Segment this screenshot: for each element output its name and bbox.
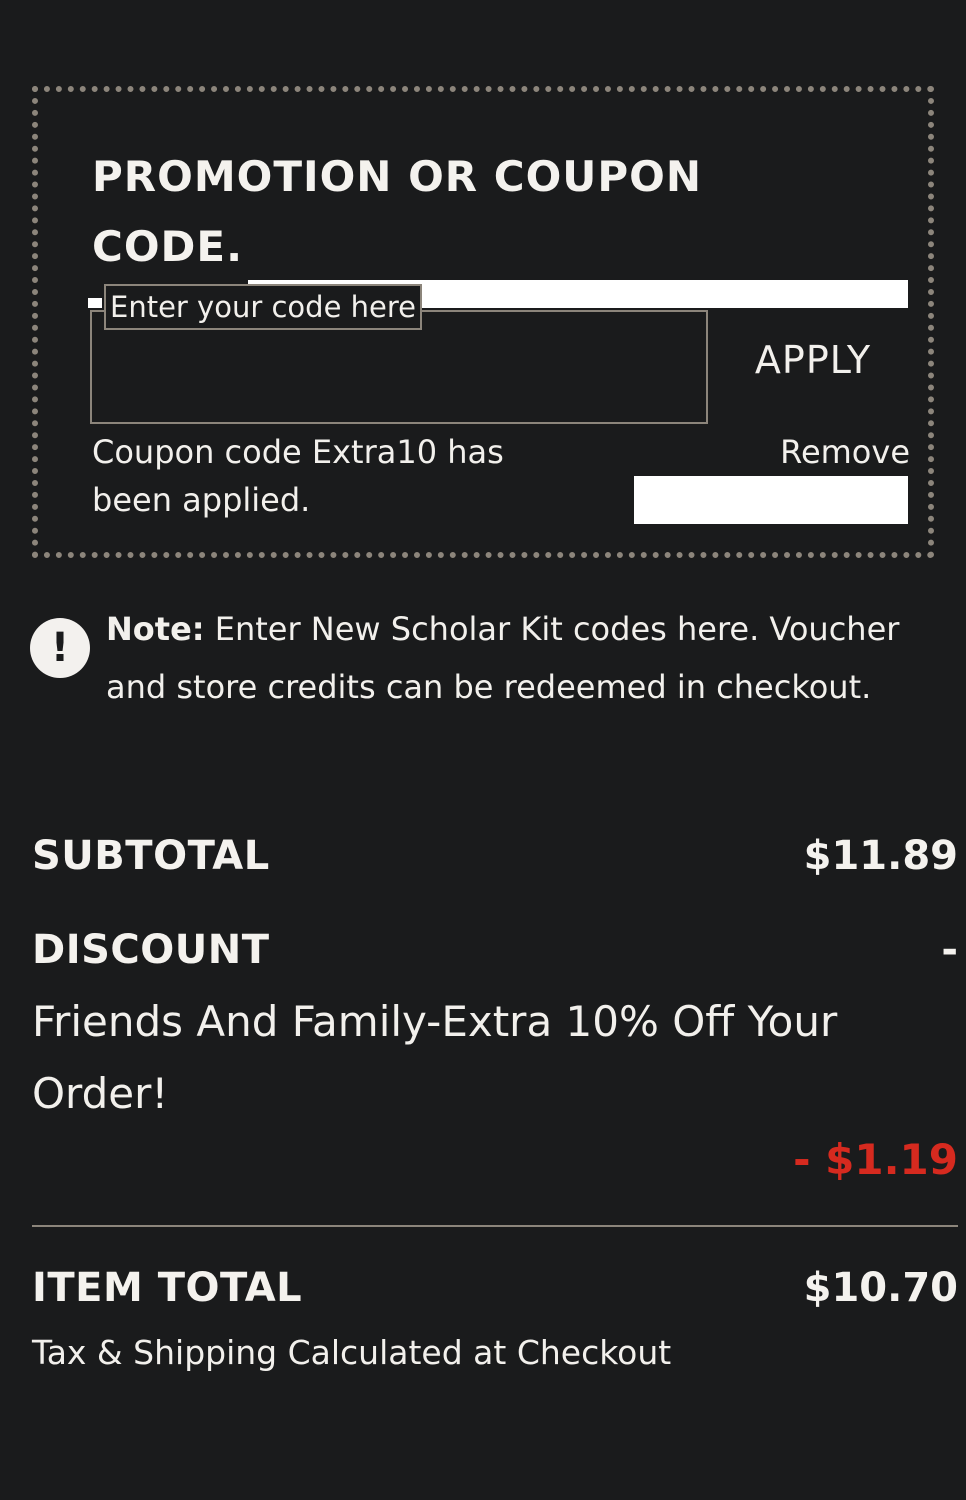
promo-title: PROMOTION OR COUPON CODE. bbox=[92, 152, 703, 271]
redaction-mark bbox=[88, 298, 102, 308]
item-total-row: ITEM TOTAL $10.70 bbox=[32, 1258, 958, 1318]
apply-coupon-button[interactable]: APPLY bbox=[728, 328, 898, 392]
note-body: Enter New Scholar Kit codes here. Vouche… bbox=[106, 610, 900, 706]
subtotal-label: SUBTOTAL bbox=[32, 833, 270, 879]
subtotal-value: $11.89 bbox=[803, 833, 958, 879]
remove-coupon-link[interactable]: Remove bbox=[780, 430, 910, 474]
discount-description: Friends And Family-Extra 10% Off Your Or… bbox=[32, 997, 838, 1118]
tax-shipping-note: Tax & Shipping Calculated at Checkout bbox=[32, 1333, 672, 1372]
redaction-bar bbox=[634, 476, 908, 524]
discount-label: DISCOUNT bbox=[32, 927, 270, 973]
exclamation-circle-icon: ! bbox=[30, 618, 90, 678]
item-total-label: ITEM TOTAL bbox=[32, 1265, 303, 1311]
coupon-applied-message: Coupon code Extra10 has been applied. bbox=[92, 433, 504, 519]
cart-summary-panel: PROMOTION OR COUPON CODE. Enter your cod… bbox=[0, 0, 966, 1500]
discount-value: - bbox=[941, 927, 958, 973]
divider bbox=[32, 1225, 958, 1227]
discount-row: DISCOUNT - bbox=[32, 920, 958, 980]
subtotal-row: SUBTOTAL $11.89 bbox=[32, 826, 958, 886]
item-total-value: $10.70 bbox=[803, 1265, 958, 1311]
discount-amount: - $1.19 bbox=[793, 1135, 958, 1184]
coupon-code-placeholder: Enter your code here bbox=[104, 284, 422, 330]
note-label: Note: bbox=[106, 610, 205, 648]
promo-code-box: PROMOTION OR COUPON CODE. Enter your cod… bbox=[32, 86, 934, 558]
note-text: Note: Enter New Scholar Kit codes here. … bbox=[106, 600, 956, 716]
